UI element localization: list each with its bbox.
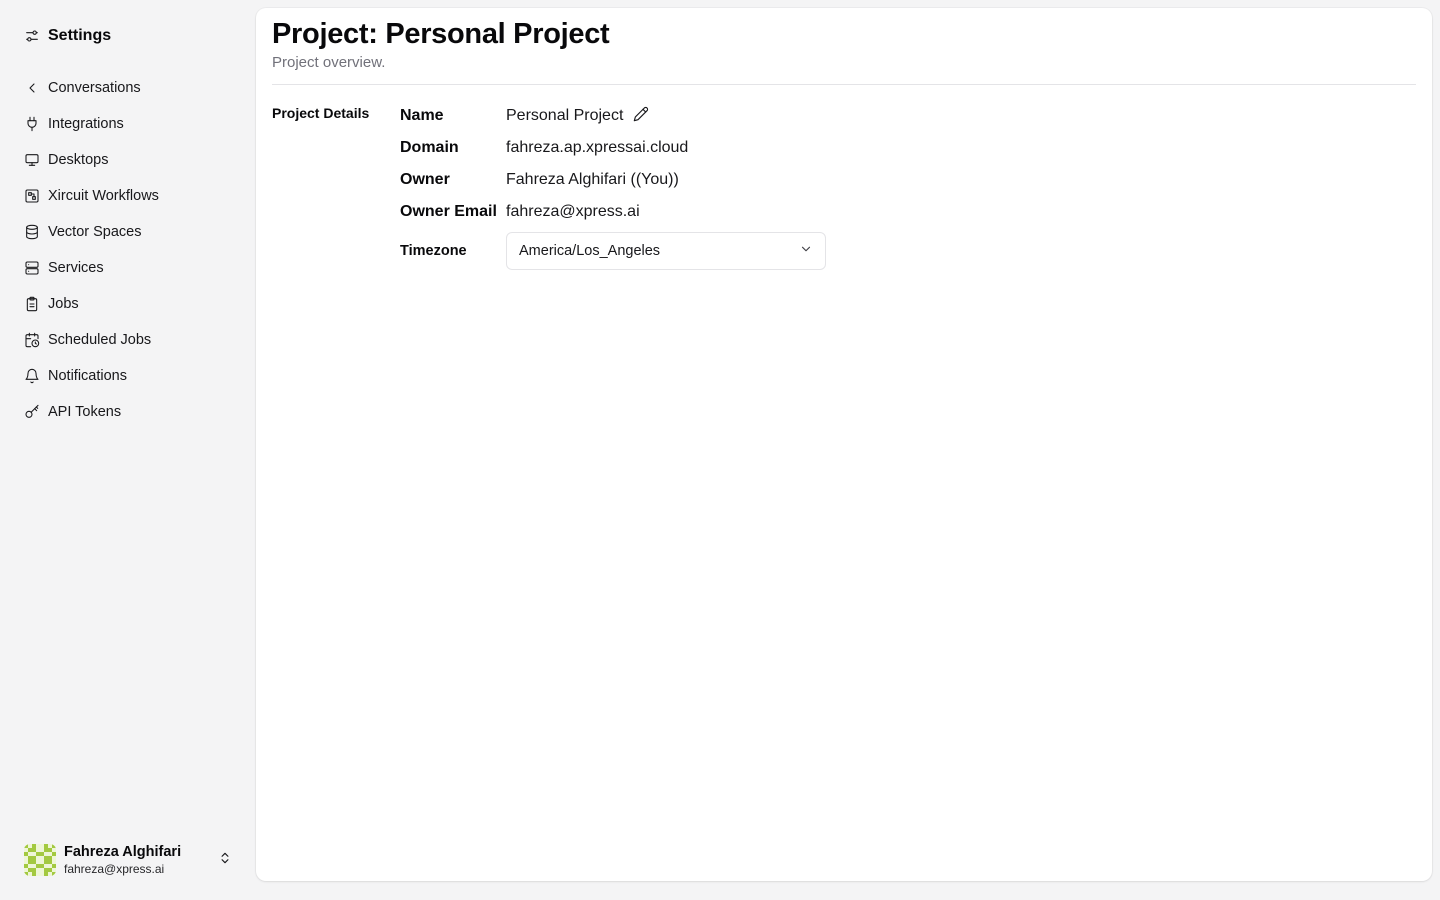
chevron-left-icon bbox=[24, 80, 40, 96]
workflow-icon bbox=[24, 188, 40, 204]
timezone-select[interactable]: America/Los_Angeles bbox=[506, 232, 826, 270]
sidebar-item-label: Services bbox=[48, 260, 104, 276]
settings-sliders-icon bbox=[24, 28, 40, 44]
domain-value: fahreza.ap.xpressai.cloud bbox=[506, 139, 689, 156]
sidebar-item-conversations[interactable]: Conversations bbox=[16, 72, 240, 104]
user-name: Fahreza Alghifari bbox=[64, 844, 182, 861]
name-value-wrap: Personal Project bbox=[506, 106, 649, 127]
sidebar-item-label: Notifications bbox=[48, 368, 127, 384]
monitor-icon bbox=[24, 152, 40, 168]
owner-value: Fahreza Alghifari ((You)) bbox=[506, 171, 679, 188]
owner-email-label: Owner Email bbox=[400, 203, 497, 220]
section-label: Project Details bbox=[272, 105, 370, 121]
detail-row-timezone: Timezone America/Los_Angeles bbox=[400, 232, 826, 270]
sidebar-item-notifications[interactable]: Notifications bbox=[16, 360, 240, 392]
sidebar-item-label: API Tokens bbox=[48, 404, 122, 420]
sidebar-item-label: Vector Spaces bbox=[48, 224, 142, 240]
sidebar-item-scheduled-jobs[interactable]: Scheduled Jobs bbox=[16, 324, 240, 356]
timezone-label: Timezone bbox=[400, 243, 467, 259]
detail-row-domain: Domain fahreza.ap.xpressai.cloud bbox=[400, 132, 826, 164]
name-value: Personal Project bbox=[506, 107, 624, 124]
sidebar-title: Settings bbox=[48, 27, 112, 44]
calendar-clock-icon bbox=[24, 332, 40, 348]
sidebar-item-label: Jobs bbox=[48, 296, 79, 312]
sidebar-item-desktops[interactable]: Desktops bbox=[16, 144, 240, 176]
sidebar-nav: Conversations Integrations Desktops Xirc… bbox=[16, 72, 240, 432]
sidebar-item-jobs[interactable]: Jobs bbox=[16, 288, 240, 320]
detail-row-name: Name Personal Project bbox=[400, 100, 826, 132]
user-email: fahreza@xpress.ai bbox=[64, 861, 165, 876]
sidebar-item-label: Xircuit Workflows bbox=[48, 188, 159, 204]
clipboard-icon bbox=[24, 296, 40, 312]
plug-icon bbox=[24, 116, 40, 132]
sidebar-item-services[interactable]: Services bbox=[16, 252, 240, 284]
timezone-value: America/Los_Angeles bbox=[519, 243, 661, 259]
sidebar-item-label: Integrations bbox=[48, 116, 124, 132]
sidebar: Settings Conversations Integrations Desk… bbox=[0, 0, 256, 900]
sidebar-item-vector-spaces[interactable]: Vector Spaces bbox=[16, 216, 240, 248]
chevrons-up-down-icon bbox=[218, 851, 232, 870]
database-icon bbox=[24, 224, 40, 240]
project-details: Name Personal Project Domain fahreza.ap.… bbox=[400, 100, 826, 270]
owner-email-value: fahreza@xpress.ai bbox=[506, 203, 640, 220]
sidebar-item-integrations[interactable]: Integrations bbox=[16, 108, 240, 140]
detail-row-owner-email: Owner Email fahreza@xpress.ai bbox=[400, 196, 826, 228]
name-label: Name bbox=[400, 107, 444, 124]
sidebar-item-label: Conversations bbox=[48, 80, 141, 96]
main-panel: Project: Personal Project Project overvi… bbox=[256, 8, 1432, 881]
chevron-down-icon bbox=[799, 242, 813, 260]
sidebar-item-label: Scheduled Jobs bbox=[48, 332, 152, 348]
pencil-icon[interactable] bbox=[633, 106, 649, 127]
owner-label: Owner bbox=[400, 171, 450, 188]
sidebar-item-api-tokens[interactable]: API Tokens bbox=[16, 396, 240, 428]
sidebar-item-label: Desktops bbox=[48, 152, 109, 168]
server-icon bbox=[24, 260, 40, 276]
detail-row-owner: Owner Fahreza Alghifari ((You)) bbox=[400, 164, 826, 196]
divider bbox=[272, 84, 1416, 85]
user-info: Fahreza Alghifari fahreza@xpress.ai bbox=[64, 844, 210, 876]
bell-icon bbox=[24, 368, 40, 384]
user-menu-button[interactable]: Fahreza Alghifari fahreza@xpress.ai bbox=[16, 836, 240, 884]
page-title: Project: Personal Project bbox=[272, 18, 610, 50]
page-subtitle: Project overview. bbox=[272, 54, 386, 71]
sidebar-item-xircuit-workflows[interactable]: Xircuit Workflows bbox=[16, 180, 240, 212]
key-icon bbox=[24, 404, 40, 420]
sidebar-header: Settings bbox=[24, 22, 111, 50]
avatar bbox=[24, 844, 56, 876]
app-root: Settings Conversations Integrations Desk… bbox=[0, 0, 1440, 900]
domain-label: Domain bbox=[400, 139, 459, 156]
